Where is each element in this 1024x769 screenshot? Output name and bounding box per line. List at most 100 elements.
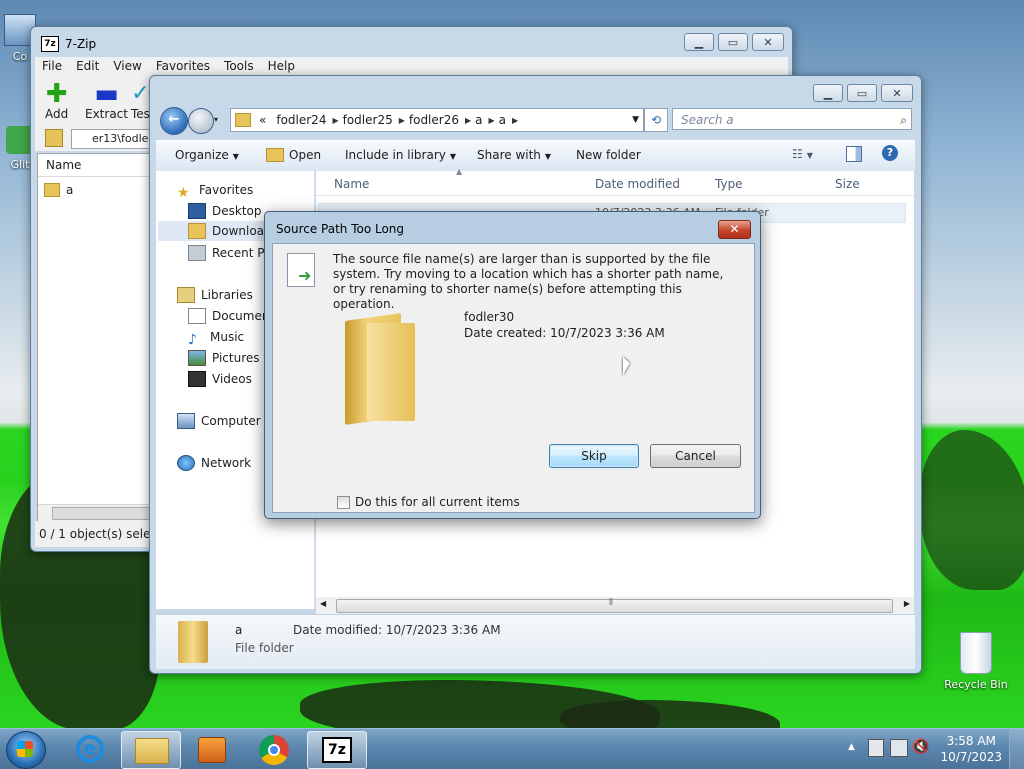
cancel-button[interactable]: Cancel	[650, 444, 741, 468]
minus-icon: ▬	[94, 79, 119, 109]
clock[interactable]: 3:58 AM 10/7/2023	[940, 733, 1002, 765]
close-button[interactable]: ✕	[752, 33, 784, 51]
breadcrumb-item[interactable]: a	[471, 113, 488, 127]
start-button[interactable]	[6, 731, 46, 769]
breadcrumb-item[interactable]: a	[495, 113, 512, 127]
column-header-name[interactable]: Name	[38, 154, 152, 177]
extract-label: Extract	[85, 107, 128, 121]
close-icon: ✕	[892, 86, 902, 100]
taskbar-media-player[interactable]	[182, 731, 240, 767]
chevron-down-icon: ▼	[232, 152, 239, 161]
nav-documents[interactable]: Document	[188, 306, 274, 326]
extract-button[interactable]: ▬ Extract	[85, 81, 128, 121]
open-button[interactable]: Open	[266, 148, 321, 162]
column-header-type[interactable]: Type	[715, 177, 743, 191]
view-options-button[interactable]: ☷ ▼	[792, 147, 813, 161]
minimize-button[interactable]: ▁	[684, 33, 714, 51]
taskbar-windows-explorer[interactable]	[121, 731, 181, 769]
menu-edit[interactable]: Edit	[69, 57, 106, 77]
breadcrumb[interactable]: « fodler24 ▶ fodler25 ▶ fodler26 ▶ a ▶ a ▶ ▼	[230, 108, 644, 132]
forward-button[interactable]	[188, 108, 214, 134]
nav-videos[interactable]: Videos	[188, 369, 252, 389]
list-item-label: a	[66, 183, 74, 197]
nav-libraries[interactable]: Libraries	[177, 285, 253, 305]
column-header-size[interactable]: Size	[835, 177, 860, 191]
skip-button[interactable]: Skip	[549, 444, 639, 468]
star-icon: ★	[177, 185, 190, 201]
desktop-icon-recycle-bin[interactable]: Recycle Bin	[940, 632, 1012, 691]
recent-pages-dropdown-icon[interactable]: ▾	[214, 115, 218, 124]
close-button[interactable]: ✕	[881, 84, 913, 102]
menu-tools[interactable]: Tools	[217, 57, 261, 77]
menu-file[interactable]: File	[35, 57, 69, 77]
taskbar-7zip[interactable]: 7z	[307, 731, 367, 769]
chevron-right-icon[interactable]: ▶	[512, 116, 518, 125]
downloads-folder-icon	[188, 223, 206, 239]
help-icon[interactable]: ?	[882, 145, 898, 161]
address-dropdown-icon[interactable]: ▼	[632, 115, 639, 125]
show-hidden-icons-button[interactable]: ▲	[848, 742, 855, 752]
horizontal-scrollbar[interactable]: ◀ ⦀ ▶	[316, 597, 914, 614]
test-button[interactable]: ✓ Tes	[131, 81, 150, 121]
nav-recent-places[interactable]: Recent Pla	[188, 243, 275, 263]
preview-pane-icon[interactable]	[846, 146, 862, 162]
volume-muted-icon[interactable]: 🔇	[912, 739, 929, 755]
column-header-name[interactable]: Name	[334, 177, 369, 191]
menu-view[interactable]: View	[106, 57, 148, 77]
menu-favorites[interactable]: Favorites	[149, 57, 217, 77]
add-button[interactable]: ✚ Add	[45, 81, 68, 121]
breadcrumb-overflow[interactable]: «	[255, 113, 272, 127]
system-tray: ▲ 🔇 3:58 AM 10/7/2023	[834, 729, 1024, 769]
grass-shadow	[560, 700, 780, 728]
file-name: fodler30	[464, 310, 515, 324]
nav-label: Videos	[212, 372, 252, 386]
plus-icon: ✚	[45, 79, 68, 109]
scroll-thumb[interactable]: ⦀	[336, 598, 893, 613]
menu-help[interactable]: Help	[261, 57, 302, 77]
column-header-date-modified[interactable]: Date modified	[595, 177, 680, 191]
checkbox[interactable]	[337, 495, 350, 509]
show-desktop-button[interactable]	[1009, 729, 1024, 769]
breadcrumb-item[interactable]: fodler25	[339, 113, 399, 127]
breadcrumb-item[interactable]: fodler26	[405, 113, 465, 127]
nav-network[interactable]: Network	[177, 453, 251, 473]
minimize-button[interactable]: ▁	[813, 84, 843, 102]
list-item[interactable]: a	[38, 177, 152, 197]
action-center-icon[interactable]	[868, 739, 884, 757]
refresh-button[interactable]: ⟲	[644, 108, 668, 132]
scroll-right-icon[interactable]: ▶	[904, 599, 910, 608]
new-folder-button[interactable]: New folder	[576, 148, 641, 162]
7zip-address-input[interactable]: er13\fodler	[71, 129, 150, 149]
7zip-hscroll[interactable]	[38, 504, 152, 521]
organize-button[interactable]: Organize ▼	[175, 148, 239, 162]
7zip-file-list: Name a	[37, 153, 153, 522]
nav-favorites[interactable]: ★ Favorites	[177, 180, 253, 201]
minimize-icon: ▁	[694, 35, 704, 49]
share-with-button[interactable]: Share with ▼	[477, 148, 551, 162]
minimize-icon: ▁	[823, 86, 833, 100]
taskbar-chrome[interactable]	[245, 731, 303, 767]
clock-time: 3:58 AM	[946, 734, 996, 748]
up-folder-icon[interactable]	[45, 129, 63, 147]
dialog-close-button[interactable]: ✕	[718, 220, 751, 239]
maximize-button[interactable]: ▭	[847, 84, 877, 102]
nav-desktop[interactable]: Desktop	[188, 201, 262, 221]
network-status-icon[interactable]	[890, 739, 908, 757]
do-this-for-all-checkbox-row[interactable]: Do this for all current items	[337, 495, 520, 509]
breadcrumb-item[interactable]: fodler24	[272, 113, 332, 127]
nav-pictures[interactable]: Pictures	[188, 348, 260, 368]
search-input[interactable]: Search a ⌕	[672, 108, 912, 130]
back-button[interactable]: ←	[160, 107, 188, 135]
taskbar-internet-explorer[interactable]: e	[62, 731, 120, 767]
window-title: 7-Zip	[65, 37, 97, 51]
nav-music[interactable]: ♪ Music	[188, 327, 244, 348]
maximize-button[interactable]: ▭	[718, 33, 748, 51]
scroll-left-icon[interactable]: ◀	[320, 599, 326, 608]
nav-computer[interactable]: Computer	[177, 411, 261, 431]
include-in-library-button[interactable]: Include in library ▼	[345, 148, 456, 162]
7zip-icon: 7z	[322, 737, 352, 763]
music-icon: ♪	[188, 332, 197, 348]
search-icon: ⌕	[900, 113, 907, 127]
scroll-thumb[interactable]	[52, 507, 152, 520]
folder-icon	[235, 113, 251, 127]
